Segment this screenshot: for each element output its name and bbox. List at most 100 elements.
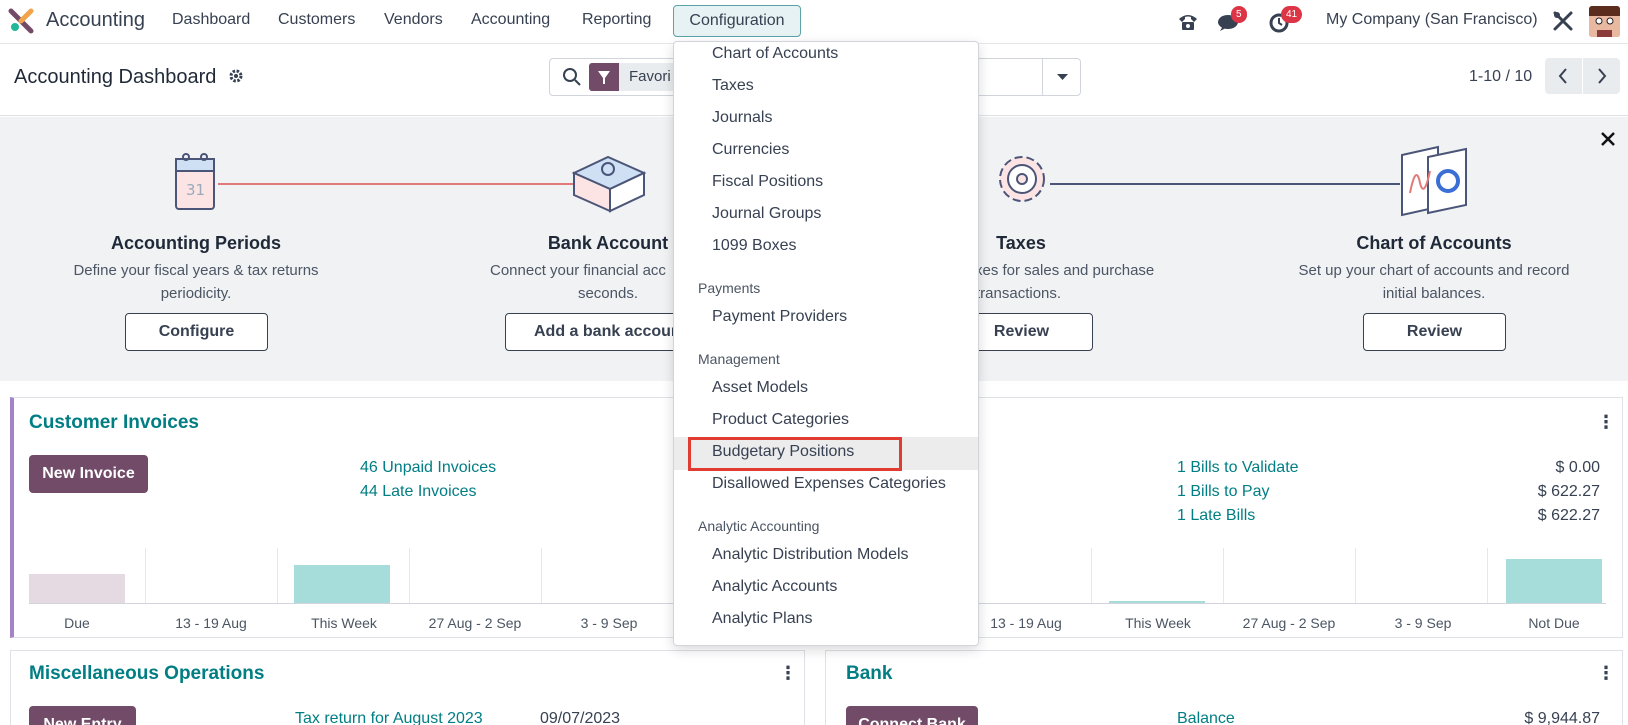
bank-puzzle-icon	[570, 151, 650, 213]
graph-gridline	[1487, 548, 1488, 603]
misc-operations-card: Miscellaneous Operations ⋮ New Entry Tax…	[10, 650, 805, 725]
menu-item-analytic-accounts[interactable]: Analytic Accounts	[712, 578, 837, 596]
app-name[interactable]: Accounting	[46, 9, 145, 32]
menu-header-analytic-accounting: Analytic Accounting	[698, 518, 820, 534]
review-chart-of-accounts-button[interactable]: Review	[1363, 313, 1506, 351]
step-desc-taxes-2: transactions.	[976, 285, 1062, 302]
graph-label-due: Due	[64, 615, 90, 631]
nav-reporting[interactable]: Reporting	[582, 11, 651, 29]
activities-badge: 41	[1281, 6, 1303, 23]
menu-item-disallowed-expenses-categories[interactable]: Disallowed Expenses Categories	[712, 475, 946, 493]
filter-facet-label: Favori	[629, 68, 671, 85]
graph-bar-not-due[interactable]	[1506, 559, 1602, 603]
late-bills-amount: $ 622.27	[1537, 507, 1600, 524]
nav-accounting[interactable]: Accounting	[471, 11, 550, 29]
graph-gridline	[145, 548, 146, 603]
step-desc-accounting-periods-2: periodicity.	[160, 285, 232, 302]
progress-line-3	[1050, 183, 1400, 185]
search-options-toggle[interactable]	[1042, 59, 1081, 95]
graph-label-this-week: This Week	[311, 615, 377, 631]
nav-vendors[interactable]: Vendors	[384, 11, 443, 29]
calendar-day: 31	[186, 181, 205, 199]
graph-gridline	[1355, 548, 1356, 603]
top-navbar: Accounting Dashboard Customers Vendors A…	[0, 0, 1628, 44]
graph-bar-due[interactable]	[29, 574, 125, 603]
connect-bank-button[interactable]: Connect Bank	[846, 706, 978, 725]
filter-facet[interactable]: Favori	[589, 63, 679, 91]
graph-bar-this-week[interactable]	[294, 565, 390, 603]
nav-configuration[interactable]: Configuration	[673, 5, 801, 37]
step-title-accounting-periods: Accounting Periods	[110, 233, 281, 253]
misc-operations-title[interactable]: Miscellaneous Operations	[29, 663, 264, 685]
menu-item-payment-providers[interactable]: Payment Providers	[712, 308, 847, 326]
new-invoice-button[interactable]: New Invoice	[29, 455, 148, 493]
company-switcher[interactable]: My Company (San Francisco)	[1326, 11, 1538, 29]
menu-item-product-categories[interactable]: Product Categories	[712, 411, 849, 429]
menu-item-fiscal-positions[interactable]: Fiscal Positions	[712, 173, 823, 191]
bills-to-validate-link[interactable]: 1 Bills to Validate	[1177, 459, 1299, 477]
graph-label-3-9-sep: 3 - 9 Sep	[1394, 615, 1452, 631]
graph-gridline	[541, 548, 542, 603]
menu-item-1099-boxes[interactable]: 1099 Boxes	[712, 237, 797, 255]
user-avatar[interactable]	[1589, 6, 1620, 37]
bank-menu-kebab[interactable]: ⋮	[1597, 663, 1615, 684]
phone-icon[interactable]	[1177, 11, 1199, 33]
bills-to-validate-amount: $ 0.00	[1555, 459, 1600, 476]
graph-label-not-due: Not Due	[1528, 615, 1580, 631]
step-desc-accounting-periods-1: Define your fiscal years & tax returns	[73, 262, 319, 279]
filter-icon	[589, 63, 619, 91]
new-entry-button[interactable]: New Entry	[29, 706, 136, 725]
menu-item-taxes[interactable]: Taxes	[712, 77, 754, 95]
banner-close-icon[interactable]	[1600, 131, 1616, 147]
chart-of-accounts-icon	[1398, 143, 1470, 217]
graph-label-27aug-2sep: 27 Aug - 2 Sep	[428, 615, 522, 631]
page-title: Accounting Dashboard	[14, 66, 217, 88]
bills-to-pay-link[interactable]: 1 Bills to Pay	[1177, 483, 1269, 501]
menu-item-currencies[interactable]: Currencies	[712, 141, 789, 159]
nav-dashboard[interactable]: Dashboard	[172, 11, 250, 29]
bank-balance-amount: $ 9,944.87	[1524, 710, 1600, 725]
graph-label-13-19-aug: 13 - 19 Aug	[175, 615, 247, 631]
menu-item-journal-groups[interactable]: Journal Groups	[712, 205, 821, 223]
taxes-gear-icon	[992, 143, 1052, 209]
menu-item-analytic-distribution-models[interactable]: Analytic Distribution Models	[712, 546, 909, 564]
graph-label-27aug-2sep: 27 Aug - 2 Sep	[1242, 615, 1336, 631]
menu-item-analytic-plans[interactable]: Analytic Plans	[712, 610, 813, 628]
graph-gridline	[277, 548, 278, 603]
debug-tools-icon[interactable]	[1552, 10, 1574, 32]
configuration-dropdown-menu: Chart of Accounts Taxes Journals Currenc…	[673, 41, 979, 646]
pager-next-button[interactable]	[1583, 58, 1620, 94]
misc-operations-menu-kebab[interactable]: ⋮	[779, 663, 797, 684]
late-bills-link[interactable]: 1 Late Bills	[1177, 507, 1255, 525]
messages-badge: 5	[1231, 6, 1247, 23]
progress-line-1	[218, 183, 573, 185]
configure-button[interactable]: Configure	[125, 313, 268, 351]
pager-value[interactable]: 1-10 / 10	[1469, 68, 1532, 86]
search-icon	[562, 67, 582, 87]
graph-gridline	[409, 548, 410, 603]
graph-baseline	[976, 603, 1606, 604]
customer-invoices-title[interactable]: Customer Invoices	[29, 412, 199, 434]
nav-customers[interactable]: Customers	[278, 11, 355, 29]
step-desc-chart-of-accounts-2: initial balances.	[1382, 285, 1486, 302]
graph-label-3-9-sep: 3 - 9 Sep	[580, 615, 638, 631]
highlight-box	[688, 437, 902, 471]
menu-item-asset-models[interactable]: Asset Models	[712, 379, 808, 397]
step-desc-chart-of-accounts-1: Set up your chart of accounts and record	[1298, 262, 1570, 279]
settings-gear-icon[interactable]	[228, 68, 244, 84]
menu-item-chart-of-accounts[interactable]: Chart of Accounts	[712, 45, 838, 63]
vendor-bills-menu-kebab[interactable]: ⋮	[1597, 412, 1615, 433]
bank-balance-label[interactable]: Balance	[1177, 710, 1235, 725]
tax-return-link[interactable]: Tax return for August 2023	[295, 710, 483, 725]
graph-label-this-week: This Week	[1125, 615, 1191, 631]
graph-gridline	[1091, 548, 1092, 603]
apps-menu-icon[interactable]	[8, 8, 34, 34]
step-desc-taxes-1: xes for sales and purchase	[975, 262, 1155, 279]
unpaid-invoices-link[interactable]: 46 Unpaid Invoices	[360, 459, 496, 477]
pager-prev-button[interactable]	[1545, 58, 1582, 94]
late-invoices-link[interactable]: 44 Late Invoices	[360, 483, 477, 501]
menu-header-payments: Payments	[698, 280, 761, 296]
menu-item-journals[interactable]: Journals	[712, 109, 772, 127]
tax-return-date: 09/07/2023	[540, 710, 621, 725]
bank-title[interactable]: Bank	[846, 663, 892, 685]
